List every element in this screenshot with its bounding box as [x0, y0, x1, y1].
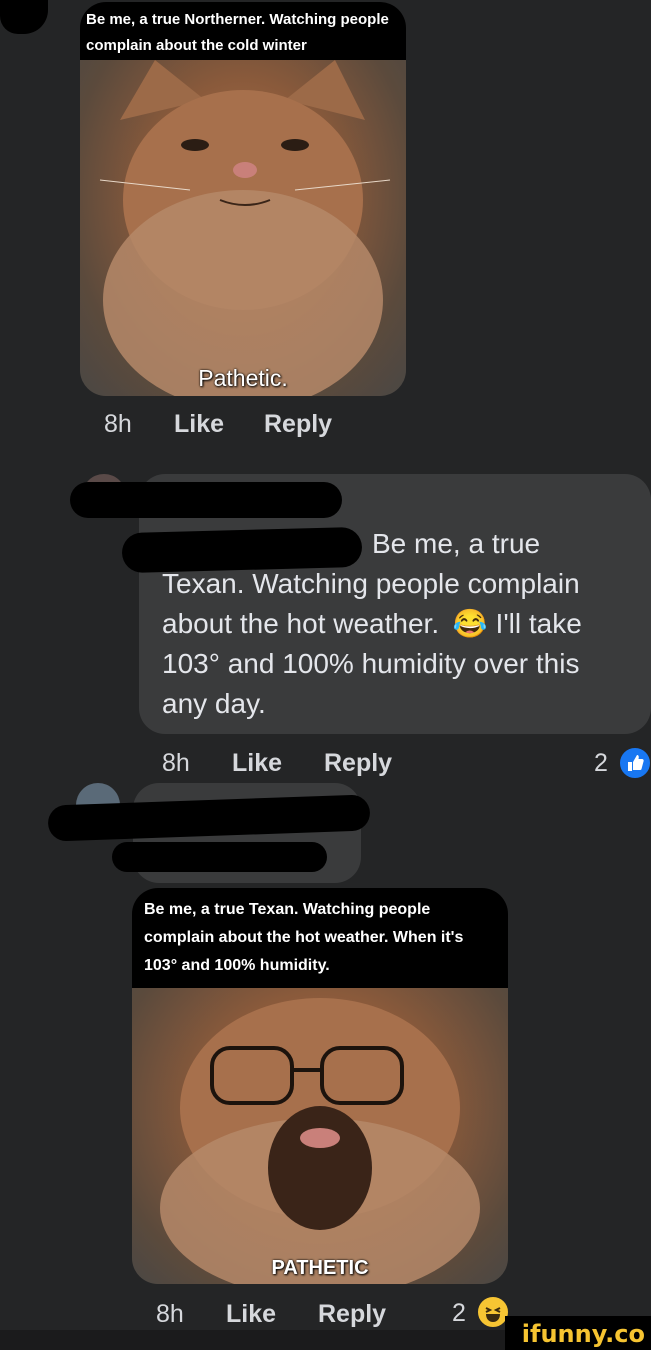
- meme-image-northerner[interactable]: Be me, a true Northerner. Watching peopl…: [80, 2, 406, 396]
- reply-button[interactable]: Reply: [324, 749, 392, 778]
- comment-time: 8h: [162, 749, 190, 777]
- meme-subtitle: Pathetic.: [198, 365, 288, 391]
- redaction-mark: [70, 482, 342, 518]
- cat-photo: Pathetic.: [80, 60, 406, 396]
- meme-caption: Be me, a true Northerner. Watching peopl…: [80, 2, 406, 60]
- reply-button[interactable]: Reply: [264, 410, 332, 439]
- reaction-count[interactable]: 2: [594, 749, 608, 778]
- cat-photo: PATHETIC: [132, 988, 508, 1284]
- watermark-text: ifunny.co: [521, 1320, 645, 1348]
- like-button[interactable]: Like: [232, 749, 282, 778]
- redaction-mark: [112, 842, 327, 872]
- comment-time: 8h: [104, 410, 132, 438]
- laughing-emoji-icon: 😂: [452, 608, 488, 639]
- meme-subtitle: PATHETIC: [271, 1257, 369, 1279]
- comment-time: 8h: [156, 1300, 184, 1328]
- avatar[interactable]: [0, 0, 48, 34]
- cat-illustration: [160, 998, 480, 1284]
- meme-caption: Be me, a true Texan. Watching people com…: [132, 888, 508, 988]
- meme-image-texan[interactable]: Be me, a true Texan. Watching people com…: [132, 888, 508, 1284]
- like-button[interactable]: Like: [226, 1300, 276, 1329]
- ifunny-watermark: ifunny.co: [505, 1316, 651, 1350]
- redaction-mark: [121, 526, 363, 574]
- like-button[interactable]: Like: [174, 410, 224, 439]
- thumbs-up-icon: [618, 746, 651, 780]
- reaction-count[interactable]: 2: [452, 1299, 466, 1328]
- cat-illustration: [99, 60, 391, 396]
- reply-button[interactable]: Reply: [318, 1300, 386, 1329]
